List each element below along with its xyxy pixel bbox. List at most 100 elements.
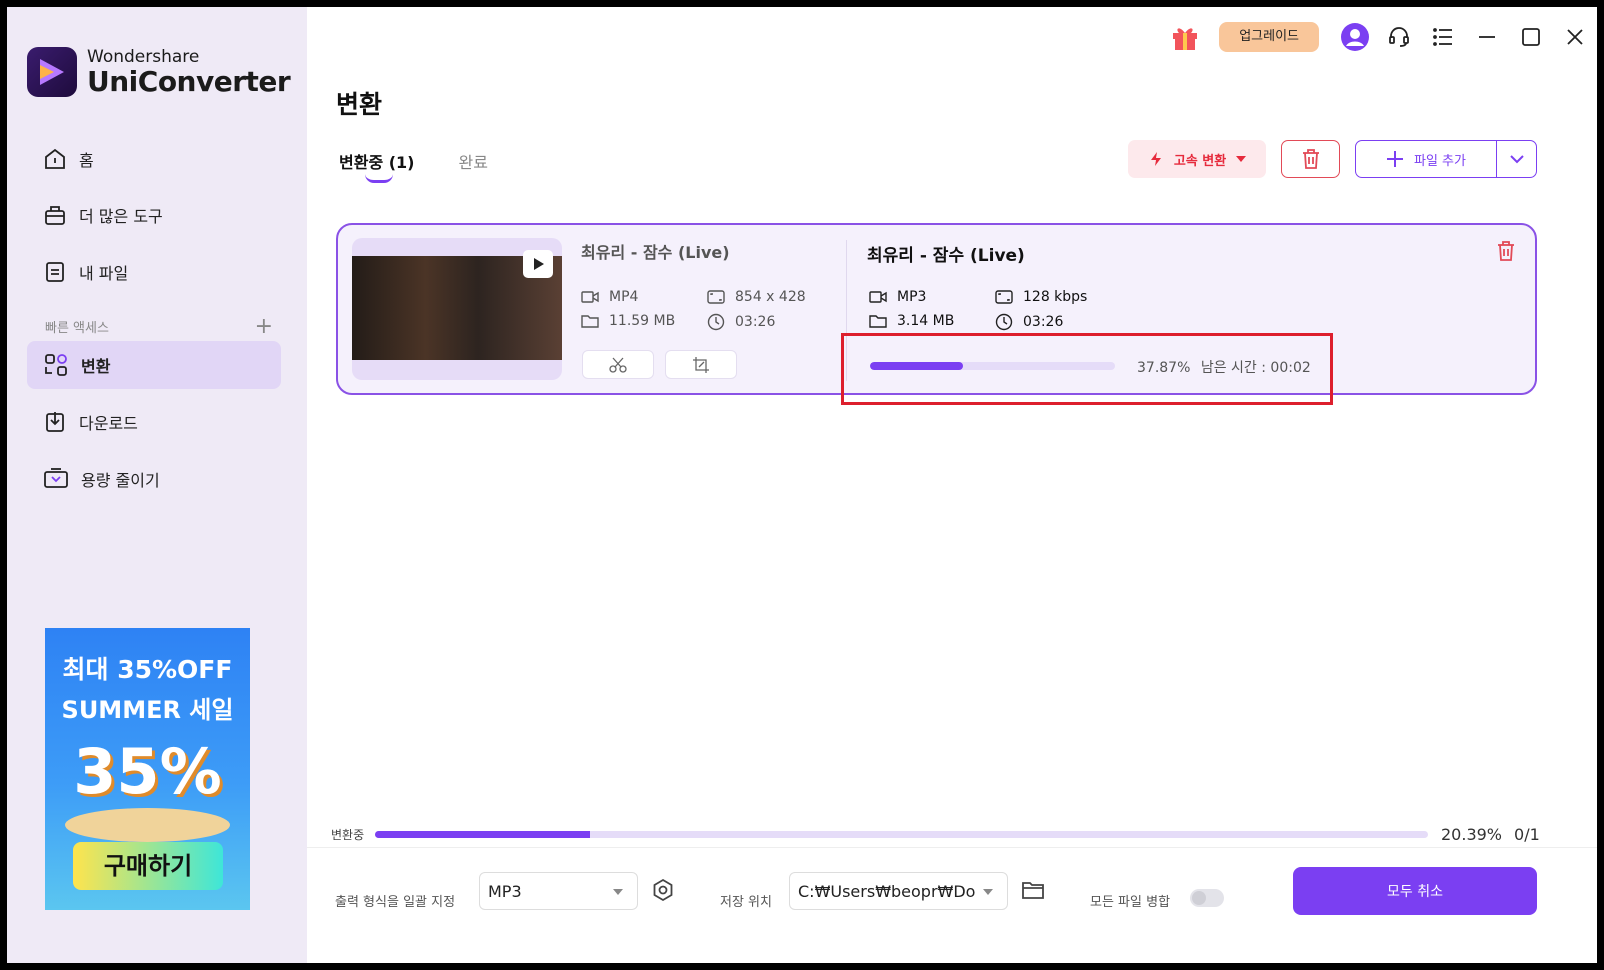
overall-progress-bar (375, 830, 1428, 838)
add-file-dropdown[interactable] (1497, 141, 1536, 177)
video-camera-icon (869, 291, 887, 303)
crop-icon (693, 356, 709, 373)
source-file-name: 최유리 - 잠수 (Live) (581, 243, 730, 262)
add-file-button[interactable]: 파일 추가 (1355, 140, 1537, 178)
promo-island-illustration (65, 808, 230, 842)
output-format-select[interactable]: MP3 (479, 872, 638, 910)
sidebar-item-more-tools[interactable]: 더 많은 도구 (27, 191, 281, 239)
quick-access-header: 빠른 액세스 + (45, 314, 273, 339)
output-format-label: 출력 형식을 일괄 지정 (335, 895, 456, 910)
play-icon[interactable] (523, 250, 553, 278)
folder-icon (581, 315, 599, 328)
chevron-down-icon (1509, 155, 1524, 164)
overall-progress-percent: 20.39% (1441, 824, 1503, 844)
title-bar: 업그레이드 (1163, 19, 1597, 55)
sidebar-item-label: 다운로드 (79, 414, 138, 433)
video-thumbnail[interactable] (352, 238, 562, 380)
page-title: 변환 (336, 90, 383, 119)
output-format: MP3 (869, 289, 926, 305)
save-location-label: 저장 위치 (720, 895, 772, 910)
caret-down-icon (983, 889, 993, 895)
tab-completed[interactable]: 완료 (459, 149, 488, 173)
promo-headline: 최대 35%OFF (62, 655, 233, 684)
output-duration: 03:26 (995, 313, 1063, 331)
resolution-icon (995, 290, 1013, 304)
promo-discount: 35% (73, 735, 222, 808)
home-icon (45, 148, 65, 169)
format-settings-icon[interactable] (651, 878, 675, 906)
toolbox-icon (45, 206, 65, 225)
save-location-select[interactable]: C:₩Users₩beopr₩Dow (789, 872, 1008, 910)
app-logo: Wondershare UniConverter (27, 46, 291, 98)
output-file-name: 최유리 - 잠수 (Live) (867, 246, 1025, 266)
maximize-icon[interactable] (1509, 19, 1553, 55)
footer-bar: 출력 형식을 일괄 지정 MP3 저장 위치 C:₩Users₩beopr₩Do… (307, 847, 1597, 963)
sidebar-item-download[interactable]: 다운로드 (27, 398, 281, 446)
sidebar-item-label: 홈 (79, 151, 94, 170)
source-resolution: 854 x 428 (707, 289, 806, 305)
minimize-icon[interactable] (1465, 19, 1509, 55)
merge-files-label: 모든 파일 병합 (1090, 895, 1171, 910)
quick-access-add-button[interactable]: + (255, 314, 273, 339)
tab-bar: 변환중 (1) 완료 (339, 149, 532, 183)
lightning-icon (1150, 152, 1161, 166)
overall-progress: 변환중 20.39% 0/1 (331, 824, 1597, 844)
caret-down-icon (613, 889, 623, 895)
cancel-all-button[interactable]: 모두 취소 (1293, 867, 1537, 915)
overall-progress-fill (375, 830, 590, 838)
sidebar-item-label: 더 많은 도구 (79, 207, 163, 226)
uniconverter-logo-icon (27, 47, 77, 97)
overall-progress-label: 변환중 (331, 827, 365, 842)
source-duration: 03:26 (707, 313, 775, 331)
fast-convert-label: 고속 변환 (1173, 153, 1227, 169)
quick-access-label: 빠른 액세스 (45, 321, 109, 336)
convert-icon (45, 354, 67, 376)
add-file-label: 파일 추가 (1414, 153, 1466, 169)
promo-subheadline: SUMMER 세일 (61, 696, 234, 724)
tab-converting[interactable]: 변환중 (1) (339, 149, 415, 183)
file-icon (46, 262, 64, 282)
clock-icon (995, 313, 1013, 331)
folder-icon (869, 315, 887, 328)
video-camera-icon (581, 291, 599, 303)
sidebar-item-label: 용량 줄이기 (81, 471, 160, 490)
product-name: UniConverter (87, 64, 291, 98)
trash-icon (1302, 149, 1319, 169)
overall-progress-count: 0/1 (1514, 824, 1540, 844)
open-folder-icon[interactable] (1021, 880, 1045, 904)
resolution-icon (707, 290, 725, 304)
close-icon[interactable] (1553, 19, 1597, 55)
app-window: Wondershare UniConverter 홈 더 많은 도구 내 파일 … (7, 7, 1597, 963)
brand-name: Wondershare (87, 46, 200, 67)
crop-button[interactable] (665, 350, 737, 379)
gift-icon[interactable] (1163, 19, 1207, 55)
sidebar-item-label: 내 파일 (79, 264, 129, 283)
avatar-icon[interactable] (1333, 19, 1377, 55)
source-format: MP4 (581, 289, 638, 305)
delete-task-icon[interactable] (1496, 240, 1516, 266)
sidebar-item-convert[interactable]: 변환 (27, 341, 281, 389)
sidebar-item-compress[interactable]: 용량 줄이기 (27, 455, 281, 503)
fast-convert-button[interactable]: 고속 변환 (1128, 140, 1266, 178)
main-panel: 업그레이드 변환 변환중 (1) 완료 고속 변환 파일 추가 최유리 - 잠수… (307, 7, 1597, 963)
scissors-icon (609, 357, 627, 373)
promo-buy-button[interactable]: 구매하기 (73, 842, 223, 890)
download-icon (46, 412, 64, 432)
upgrade-button[interactable]: 업그레이드 (1219, 22, 1319, 52)
add-file-main[interactable]: 파일 추가 (1356, 141, 1497, 177)
highlight-box (841, 333, 1333, 405)
compress-icon (44, 468, 68, 488)
output-size: 3.14 MB (869, 313, 954, 329)
sidebar-item-home[interactable]: 홈 (27, 135, 281, 183)
sidebar-item-my-files[interactable]: 내 파일 (27, 248, 281, 296)
trim-button[interactable] (582, 350, 654, 379)
merge-files-toggle[interactable] (1190, 889, 1224, 907)
output-bitrate: 128 kbps (995, 289, 1087, 305)
support-headset-icon[interactable] (1377, 19, 1421, 55)
menu-icon[interactable] (1421, 19, 1465, 55)
caret-down-icon (1236, 156, 1247, 162)
clock-icon (707, 313, 725, 331)
promo-banner[interactable]: 최대 35%OFF SUMMER 세일 35% 구매하기 (45, 628, 250, 910)
source-size: 11.59 MB (581, 313, 675, 329)
delete-all-button[interactable] (1281, 140, 1340, 178)
